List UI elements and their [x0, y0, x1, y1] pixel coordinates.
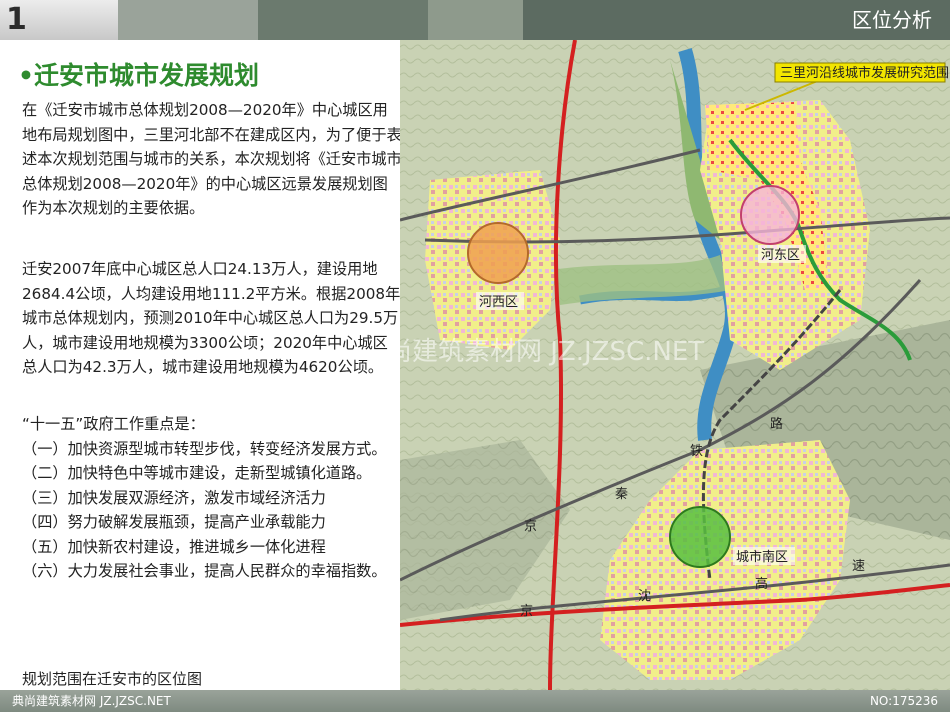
text-panel: •迁安市城市发展规划 在《迁安市城市总体规划2008—2020年》中心城区用地布… [0, 40, 402, 690]
priority-item: （二）加快特色中等城市建设，走新型城镇化道路。 [22, 464, 372, 482]
highway-label: 高 [755, 576, 768, 592]
hedong-district-circle [740, 185, 800, 245]
paragraph-plan-basis: 在《迁安市城市总体规划2008—2020年》中心城区用地布局规划图中，三里河北部… [22, 101, 402, 217]
priority-item: （五）加快新农村建设，推进城乡一体化进程 [22, 537, 326, 556]
priority-item: （三）加快发展双源经济，激发市域经济活力 [22, 488, 326, 507]
highway-label: 沈 [638, 589, 651, 604]
hedong-district-label: 河东区 [761, 248, 800, 263]
figure-caption: 规划范围在迁安市的区位图 [22, 670, 203, 688]
header-band-1 [118, 0, 258, 40]
section-title: 区位分析 [523, 0, 950, 40]
highway-label: 京 [520, 604, 533, 619]
paragraph-population: 迁安2007年底中心城区总人口24.13万人，建设用地2684.4公顷，人均建设… [22, 260, 401, 376]
priority-item: （四）努力破解发展瓶颈，提高产业承载能力 [22, 513, 326, 531]
highway-label: 速 [852, 559, 865, 574]
priority-item: （六）大力发展社会事业，提高人民群众的幸福指数。 [22, 562, 387, 580]
slide-footer: 典尚建筑素材网 JZ.JZSC.NET NO:175236 [0, 690, 950, 712]
highway-label: 京 [524, 519, 537, 534]
priority-item: （一）加快资源型城市转型步伐，转变经济发展方式。 [22, 439, 387, 458]
nan-district-label: 城市南区 [736, 549, 788, 565]
priorities-list: “十一五”政府工作重点是： （一）加快资源型城市转型步伐，转变经济发展方式。 （… [22, 412, 402, 584]
header-band-2 [258, 0, 428, 40]
highway-label: 秦 [615, 487, 628, 502]
footer-number: NO:175236 [869, 694, 938, 708]
hexi-district-label: 河西区 [479, 295, 518, 310]
slide-header: 1 区位分析 [0, 0, 950, 40]
railway-label: 铁 [690, 444, 703, 459]
hexi-district-circle [467, 222, 529, 284]
nan-district-circle [669, 506, 731, 568]
footer-watermark: 典尚建筑素材网 JZ.JZSC.NET [12, 694, 171, 708]
map-watermark: 典尚建筑素材网 JZ.JZSC.NET [400, 337, 704, 367]
header-band-3 [428, 0, 523, 40]
callout-label: 三里河沿线城市发展研究范围 [780, 65, 949, 81]
priorities-heading: “十一五”政府工作重点是： [22, 415, 205, 433]
slide-number: 1 [0, 0, 118, 40]
slide-title: •迁安市城市发展规划 [18, 61, 259, 90]
location-map: 三里河沿线城市发展研究范围 河西区 河东区 城市南区 铁 路 京 秦 京 沈 高… [360, 39, 950, 691]
railway-label: 路 [770, 416, 783, 432]
